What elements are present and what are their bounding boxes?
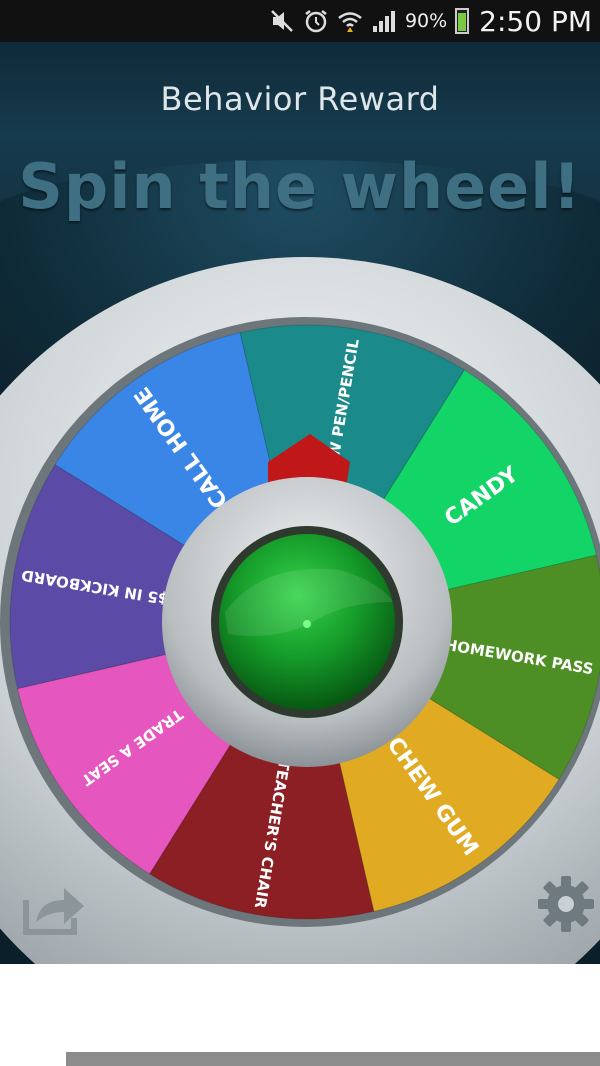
- bottom-scrollbar: [66, 1052, 600, 1066]
- alarm-icon: [305, 10, 327, 33]
- mute-icon: [271, 10, 293, 32]
- battery-percent: 90%: [404, 10, 448, 32]
- clock: 2:50 PM: [479, 4, 592, 38]
- signal-icon: [372, 11, 395, 32]
- status-bar: 90% 2:50 PM: [0, 0, 600, 42]
- gear-icon[interactable]: [536, 874, 596, 934]
- wifi-icon: [338, 12, 362, 32]
- share-icon[interactable]: [22, 880, 88, 936]
- app-screen: Behavior Reward Spin the wheel! $5 IN KI…: [0, 42, 600, 964]
- status-icons: 90% 2:50 PM: [269, 0, 592, 42]
- battery-icon: [455, 8, 470, 34]
- prize-wheel[interactable]: $5 IN KICKBOARDCALL HOME NEW PEN/PENCILCA…: [0, 42, 600, 964]
- spin-button-dot: [303, 620, 311, 628]
